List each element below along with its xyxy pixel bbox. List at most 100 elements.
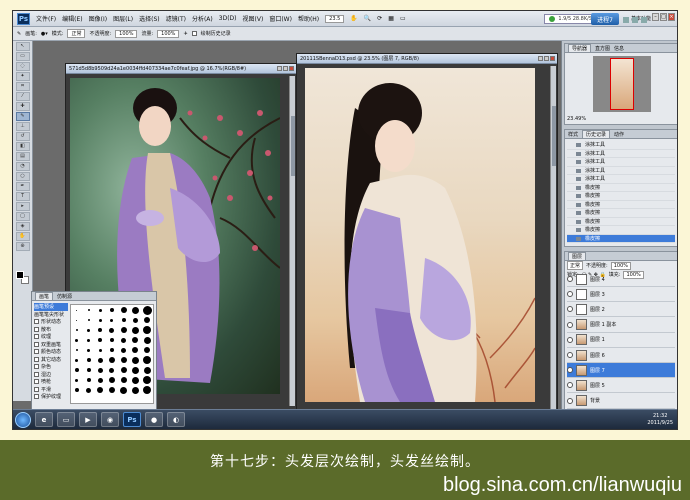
brush-option-row[interactable]: 画笔预设 xyxy=(34,303,68,311)
layer-row[interactable]: 图层 1 副本 xyxy=(567,318,675,333)
layer-row[interactable]: 图层 3 xyxy=(567,287,675,303)
brush-option-checkbox[interactable] xyxy=(34,356,39,362)
arrange-documents-icon[interactable]: ▦ xyxy=(388,15,394,22)
minimize-icon[interactable]: – xyxy=(652,13,659,21)
lasso-tool-icon[interactable]: ◌ xyxy=(15,62,30,71)
brush-option-checkbox[interactable] xyxy=(34,364,39,370)
tab-clone-source[interactable]: 仿制源 xyxy=(57,293,72,300)
brush-preset[interactable] xyxy=(87,338,91,342)
brush-preset[interactable] xyxy=(86,378,91,382)
brush-preset[interactable] xyxy=(108,387,115,393)
visibility-eye-icon[interactable] xyxy=(567,336,573,343)
menu-layer[interactable]: 图层(L) xyxy=(113,14,133,23)
foreground-color-swatch[interactable] xyxy=(16,271,24,279)
start-button-icon[interactable] xyxy=(15,411,31,428)
history-state[interactable]: 橡皮擦 xyxy=(567,209,675,218)
brush-preset[interactable] xyxy=(144,347,151,353)
brush-tool-icon[interactable]: ✎ xyxy=(17,31,21,37)
layer-opacity-input[interactable]: 100% xyxy=(610,261,631,270)
zoom-level-field[interactable]: 23.5 xyxy=(325,14,345,23)
brush-preset[interactable] xyxy=(98,338,103,342)
brush-preset[interactable] xyxy=(120,367,127,373)
brush-preset[interactable] xyxy=(143,356,152,364)
brush-option-checkbox[interactable] xyxy=(34,371,39,377)
brush-preset[interactable] xyxy=(108,377,115,383)
layer-row-selected[interactable]: 图层 7 xyxy=(567,363,675,379)
visibility-eye-icon[interactable] xyxy=(567,382,573,389)
tab-histogram[interactable]: 直方图 xyxy=(595,45,610,52)
vertical-scrollbar[interactable] xyxy=(550,66,556,413)
flow-input[interactable]: 100% xyxy=(157,29,180,38)
brush-option-checkbox[interactable] xyxy=(34,379,39,385)
airbrush-icon[interactable]: ✈ xyxy=(183,31,187,37)
layer-row[interactable]: 图层 6 xyxy=(567,348,675,363)
navigator-preview[interactable] xyxy=(593,56,651,112)
brush-preset[interactable] xyxy=(142,305,152,315)
media-player-icon[interactable]: ▶ xyxy=(79,412,97,427)
brush-preset[interactable] xyxy=(143,376,152,384)
brush-preset[interactable] xyxy=(132,337,139,343)
brush-preset[interactable] xyxy=(143,386,152,394)
visibility-eye-icon[interactable] xyxy=(567,276,573,282)
navigator-view-box[interactable] xyxy=(610,58,634,110)
brush-option-row[interactable]: 画笔笔尖形状 xyxy=(34,311,68,319)
brush-option-checkbox[interactable] xyxy=(34,326,39,332)
brush-preset[interactable] xyxy=(144,317,151,323)
flag-icon[interactable] xyxy=(641,17,647,23)
brush-option-checkbox[interactable] xyxy=(34,394,39,400)
crop-tool-icon[interactable]: ⌗ xyxy=(15,82,30,91)
brush-preset[interactable] xyxy=(86,358,91,362)
brush-preset[interactable] xyxy=(121,318,126,322)
brush-preset[interactable] xyxy=(98,318,102,322)
mode-select[interactable]: 正常 xyxy=(67,29,86,38)
brush-option-row[interactable]: 散布 xyxy=(34,326,68,334)
brush-preset[interactable] xyxy=(131,356,139,364)
maximize-icon[interactable] xyxy=(544,56,549,61)
brush-option-row[interactable]: 其它动态 xyxy=(34,356,68,364)
network-icon[interactable] xyxy=(623,17,629,23)
brush-option-row[interactable]: 颜色动态 xyxy=(34,348,68,356)
brush-preset[interactable] xyxy=(74,368,79,372)
brush-preset[interactable] xyxy=(120,357,127,363)
brush-preset[interactable] xyxy=(75,329,78,331)
brush-preset[interactable] xyxy=(120,307,127,313)
menu-3d[interactable]: 3D(D) xyxy=(219,15,237,22)
brush-preset[interactable] xyxy=(74,388,79,392)
clone-stamp-tool-icon[interactable]: ⊥ xyxy=(15,122,30,131)
brush-tool-icon-active[interactable]: ✎ xyxy=(15,112,30,121)
tab-history[interactable]: 历史记录 xyxy=(582,130,611,138)
brush-preset[interactable] xyxy=(76,319,78,321)
move-tool-icon[interactable]: ↖ xyxy=(15,42,30,51)
brush-preset[interactable] xyxy=(143,366,151,374)
maximize-icon[interactable] xyxy=(283,66,288,71)
history-state-current[interactable]: 橡皮擦 xyxy=(567,234,675,243)
brush-preset[interactable] xyxy=(109,327,115,333)
brush-option-row[interactable]: 平滑 xyxy=(34,386,68,394)
visibility-eye-icon[interactable] xyxy=(567,291,573,298)
layer-row[interactable]: 背景 xyxy=(567,394,675,409)
scrollbar-thumb[interactable] xyxy=(552,106,556,166)
brush-preset[interactable] xyxy=(75,338,79,342)
eraser-tool-icon[interactable]: ◧ xyxy=(15,142,30,151)
brush-option-checkbox[interactable] xyxy=(34,386,39,392)
dodge-tool-icon[interactable]: ○ xyxy=(15,172,30,181)
minimize-icon[interactable] xyxy=(277,66,282,71)
menu-select[interactable]: 选择(S) xyxy=(139,14,160,23)
brush-preset[interactable] xyxy=(143,326,152,334)
tab-navigator[interactable]: 导航器 xyxy=(568,44,592,52)
brush-preset[interactable] xyxy=(121,347,127,353)
brush-preset[interactable] xyxy=(87,319,90,321)
brush-preset[interactable] xyxy=(109,308,114,312)
brush-option-row[interactable]: 喷枪 xyxy=(34,378,68,386)
history-state[interactable]: 橡皮擦 xyxy=(567,192,675,201)
history-state[interactable]: 橡皮擦 xyxy=(567,218,675,226)
brush-preset[interactable] xyxy=(120,327,127,333)
painting-canvas[interactable] xyxy=(305,68,535,402)
layer-row[interactable]: 图层 2 xyxy=(567,302,675,318)
screen-mode-icon[interactable]: ▭ xyxy=(400,15,406,22)
brush-preset[interactable] xyxy=(120,386,128,394)
menu-edit[interactable]: 编辑(E) xyxy=(62,14,82,23)
tab-actions[interactable]: 动作 xyxy=(614,131,624,138)
brush-preset[interactable] xyxy=(143,336,151,344)
tab-brush[interactable]: 画笔 xyxy=(35,292,54,300)
